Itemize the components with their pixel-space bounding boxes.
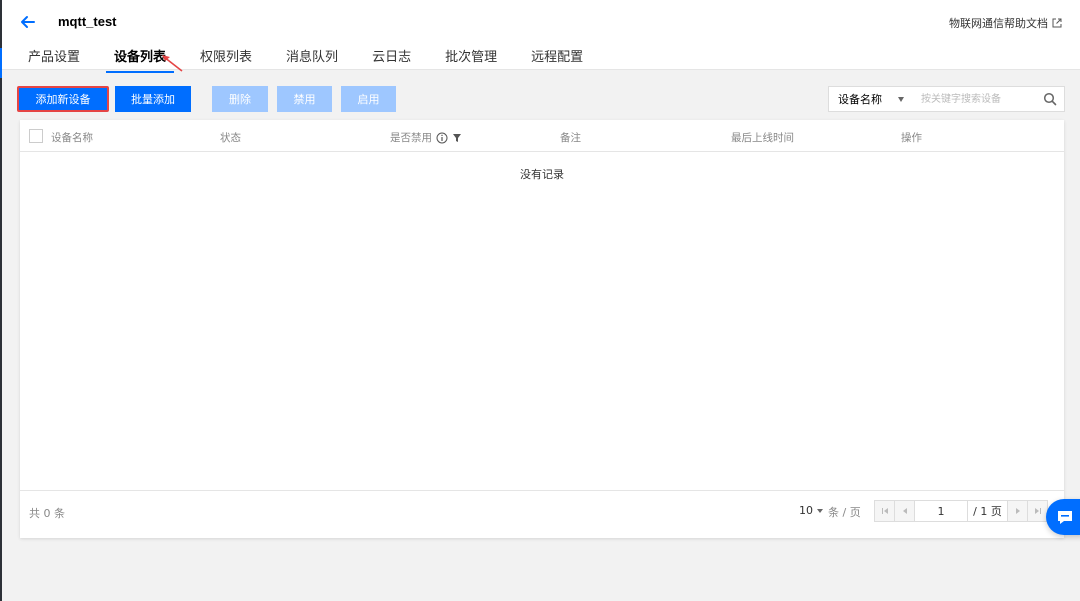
column-header-actions: 操作 bbox=[901, 130, 922, 145]
back-arrow-icon[interactable] bbox=[18, 12, 38, 32]
first-page-icon bbox=[881, 508, 888, 514]
column-header-last-online: 最后上线时间 bbox=[731, 130, 794, 145]
tab-remote-config[interactable]: 远程配置 bbox=[531, 46, 583, 70]
page-size-select[interactable]: 10 bbox=[799, 504, 823, 517]
pagination-bar: 共 0 条 10 条 / 页 / 1 页 bbox=[20, 490, 1064, 538]
search-box bbox=[912, 86, 1065, 112]
page-title: mqtt_test bbox=[58, 14, 117, 29]
tab-product-settings[interactable]: 产品设置 bbox=[28, 46, 80, 70]
page-number-input[interactable] bbox=[914, 500, 968, 522]
chevron-down-icon bbox=[817, 508, 823, 513]
device-table: 设备名称 状态 是否禁用 备注 最后上线时间 操作 没有记录 共 0 条 10 … bbox=[20, 120, 1064, 538]
chevron-right-icon bbox=[1015, 508, 1020, 514]
column-label: 是否禁用 bbox=[390, 132, 432, 144]
search-icon[interactable] bbox=[1043, 92, 1057, 106]
tab-device-list[interactable]: 设备列表 bbox=[106, 46, 175, 73]
empty-state-text: 没有记录 bbox=[520, 168, 564, 181]
prev-page-button[interactable] bbox=[894, 500, 915, 522]
per-page-label: 条 / 页 bbox=[828, 506, 861, 519]
tab-message-queue[interactable]: 消息队列 bbox=[286, 46, 338, 70]
column-header-device-name: 设备名称 bbox=[51, 130, 93, 145]
external-link-icon bbox=[1052, 18, 1062, 28]
table-header: 设备名称 状态 是否禁用 备注 最后上线时间 操作 bbox=[20, 120, 1064, 152]
select-all-checkbox[interactable] bbox=[29, 129, 43, 143]
search-input[interactable] bbox=[912, 87, 1032, 111]
column-label: 备注 bbox=[560, 132, 581, 144]
disable-button[interactable]: 禁用 bbox=[277, 86, 332, 112]
tab-bar: 产品设置 设备列表 权限列表 消息队列 云日志 批次管理 远程配置 bbox=[28, 46, 617, 73]
batch-add-button[interactable]: 批量添加 bbox=[115, 86, 191, 112]
add-device-button[interactable]: 添加新设备 bbox=[17, 86, 109, 112]
delete-button[interactable]: 删除 bbox=[212, 86, 268, 112]
column-header-remark: 备注 bbox=[560, 130, 581, 145]
total-count: 共 0 条 bbox=[29, 507, 65, 520]
filter-icon[interactable] bbox=[452, 133, 462, 143]
last-page-button[interactable] bbox=[1027, 500, 1048, 522]
tab-batch-management[interactable]: 批次管理 bbox=[445, 46, 497, 70]
tab-cloud-log[interactable]: 云日志 bbox=[372, 46, 411, 70]
pager: / 1 页 bbox=[874, 500, 1048, 522]
column-label: 状态 bbox=[220, 132, 241, 144]
chat-icon bbox=[1058, 511, 1072, 524]
first-page-button[interactable] bbox=[874, 500, 895, 522]
last-page-icon bbox=[1034, 508, 1041, 514]
column-label: 最后上线时间 bbox=[731, 132, 794, 144]
next-page-button[interactable] bbox=[1007, 500, 1028, 522]
info-icon[interactable] bbox=[436, 132, 448, 144]
enable-button[interactable]: 启用 bbox=[341, 86, 396, 112]
toolbar: 添加新设备 批量添加 删除 禁用 启用 设备名称 bbox=[17, 86, 1065, 112]
filter-field-select[interactable]: 设备名称 bbox=[828, 86, 913, 112]
chevron-down-icon bbox=[898, 97, 904, 102]
column-header-disabled: 是否禁用 bbox=[390, 130, 462, 145]
page-size-value: 10 bbox=[799, 504, 813, 517]
left-edge-strip bbox=[0, 0, 2, 601]
column-label: 设备名称 bbox=[51, 132, 93, 144]
help-doc-link[interactable]: 物联网通信帮助文档 bbox=[949, 15, 1062, 31]
help-doc-label: 物联网通信帮助文档 bbox=[949, 17, 1048, 30]
chevron-left-icon bbox=[902, 508, 907, 514]
page-total: / 1 页 bbox=[967, 500, 1008, 522]
tab-permission-list[interactable]: 权限列表 bbox=[200, 46, 252, 70]
chat-support-button[interactable] bbox=[1046, 499, 1080, 535]
filter-field-value: 设备名称 bbox=[838, 93, 882, 106]
annotation-arrow-icon bbox=[162, 55, 183, 72]
column-label: 操作 bbox=[901, 132, 922, 144]
column-header-status: 状态 bbox=[220, 130, 241, 145]
